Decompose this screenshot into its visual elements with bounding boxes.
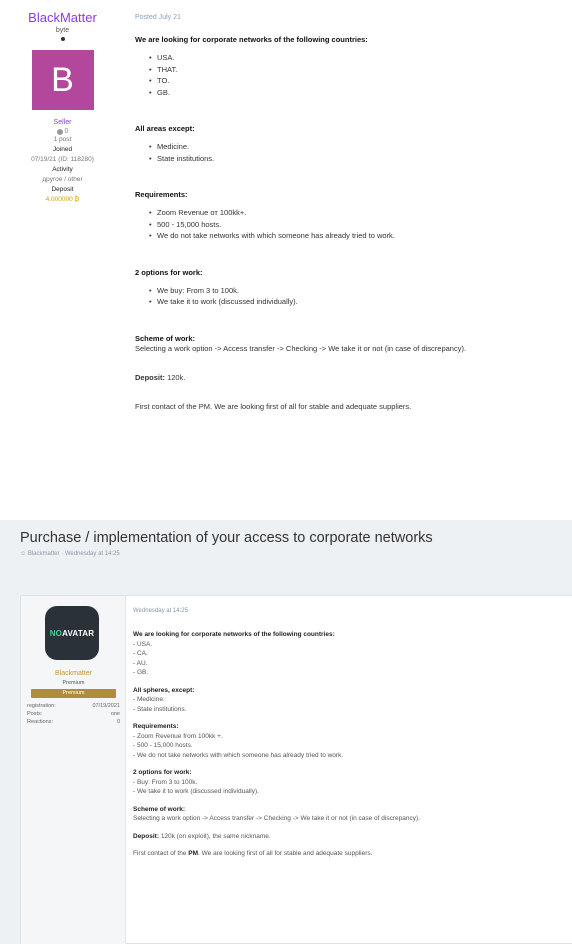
author-icon: ☺ [20,551,27,557]
thread-post-card: NO AVATAR Blackmatter Premium Premium reg… [20,595,572,944]
thread-meta: ☺ Blackmatter · Wednesday at 14:25 [20,551,120,557]
list-item: - GB. [133,669,149,676]
top-areas-heading: All areas except: [135,124,195,133]
stat-row: Posts: one [27,710,120,718]
thread-options-heading: 2 options for work: [133,769,192,776]
avatar-text-avatar: AVATAR [62,628,95,638]
top-avatar[interactable]: B [31,50,94,110]
list-item: - USA. [133,640,153,648]
top-scheme-heading: Scheme of work: [135,333,196,343]
list-item: GB. [149,87,565,99]
top-user-status: byte [55,27,70,34]
top-user-reputation: 0 [0,128,125,135]
top-areas-list: Medicine. State institutions. [149,141,565,164]
top-user-panel: BlackMatter byte B Seller 0 1 post Joine… [0,10,125,205]
list-item: - AU. [133,659,148,667]
top-deposit-heading: Deposit: [135,372,165,382]
thread-scheme-heading: Scheme of work: [133,805,186,813]
top-requirements-heading: Requirements: [135,190,188,199]
top-user-role: Seller [53,119,72,126]
stat-row: registration: 07/19/2021 [27,702,120,710]
list-item: - Buy: From 3 to 100k. [133,778,198,786]
top-options-list: We buy: From 3 to 100k. We take it to wo… [149,285,565,308]
list-item: We take it to work (discussed individual… [149,296,565,308]
online-dot-icon [60,37,65,41]
top-joined-value: 07/19/21 (ID: 118280) [31,156,94,163]
thread-contact-pm: PM [188,850,199,857]
thread-user-stats: registration: 07/19/2021 Posts: one Reac… [27,702,120,726]
top-deposit-value: 4.000000 ₿ [45,196,80,203]
list-item: Medicine. [149,141,565,153]
thread-title: Purchase / implementation of your access… [20,530,433,546]
thread-view: Purchase / implementation of your access… [0,520,572,944]
top-post-date[interactable]: Posted July 21 [135,14,565,21]
list-item: THAT. [149,64,565,76]
stat-row: Reactions: 0 [27,718,120,726]
top-activity-label: Activity [52,166,73,173]
top-deposit-label: Deposit [51,186,74,193]
reputation-icon [56,128,63,135]
top-forum-post: BlackMatter byte B Seller 0 1 post Joine… [0,0,572,500]
list-item: - Zoom Revenue from 100kk +. [133,732,223,740]
list-item: Zoom Revenue от 100kk+. [149,207,565,219]
list-item: 500 - 15,000 hosts. [149,219,565,231]
list-item: USA. [149,52,565,64]
thread-deposit-label: Deposit: [133,832,159,840]
top-deposit-line: Deposit: 120k. [135,372,565,383]
premium-badge: Premium [31,689,116,698]
list-item: We buy: From 3 to 100k. [149,285,565,297]
top-options-heading: 2 options for work: [135,267,203,277]
thread-contact-pre: First contact of the [133,850,187,857]
top-contact-text: First contact of the PM. We are looking … [135,401,412,411]
top-joined-label: Joined [52,146,73,153]
thread-deposit-line: Deposit: 120k (on exploit), the same nic… [133,832,565,842]
reputation-value: 0 [64,128,69,135]
stat-label: Reactions: [27,719,53,725]
top-countries-heading: We are looking for corporate networks of… [135,35,368,44]
list-item: - We do not take networks with which som… [133,751,344,759]
list-item: - Medicine. [133,696,165,703]
list-item: We do not take networks with which someo… [149,230,565,242]
list-item: - State institutions. [133,705,187,713]
thread-username[interactable]: Blackmatter [21,670,126,677]
list-item: - We take it to work (discussed individu… [133,788,259,795]
top-post-body: Posted July 21 We are looking for corpor… [135,14,565,412]
top-requirements-list: Zoom Revenue от 100kk+. 500 - 15,000 hos… [149,207,565,242]
avatar-text-no: NO [49,628,63,638]
top-scheme-text: Selecting a work option -> Access transf… [135,343,467,353]
thread-user-panel: NO AVATAR Blackmatter Premium Premium reg… [21,596,126,944]
top-username[interactable]: BlackMatter [0,10,125,25]
stat-value: one [110,711,120,717]
top-deposit-text: 120k. [167,372,186,382]
list-item: - 500 - 15,000 hosts. [133,742,193,749]
thread-scheme-text: Selecting a work option -> Access transf… [133,815,420,822]
top-countries-list: USA. THAT. TO. GB. [149,52,565,98]
top-user-posts: 1 post [53,136,72,143]
thread-contact-line: First contact of the PM. We are looking … [133,849,565,859]
avatar-letter: B [51,61,74,99]
thread-user-rank: Premium [62,680,85,686]
stat-label: registration: [27,703,56,709]
top-activity-value: другое / other [42,176,83,183]
thread-requirements-heading: Requirements: [133,723,179,730]
stat-value: 0 [116,719,120,725]
no-avatar-image[interactable]: NO AVATAR [45,606,99,660]
list-item: State institutions. [149,153,565,165]
thread-contact-post: . We are looking first of all for stable… [198,850,373,857]
list-item: TO. [149,75,565,87]
thread-countries-heading: We are looking for corporate networks of… [133,631,335,638]
stat-label: Posts: [27,711,43,717]
thread-post-body: Wednesday at 14:25 We are looking for co… [133,608,565,859]
thread-meta-text[interactable]: Blackmatter · Wednesday at 14:25 [28,551,120,557]
thread-deposit-text: 120k (on exploit), the same nickname. [160,832,271,840]
stat-value: 07/19/2021 [92,703,120,709]
thread-areas-heading: All spheres, except: [133,686,195,694]
list-item: - CA. [133,650,148,657]
